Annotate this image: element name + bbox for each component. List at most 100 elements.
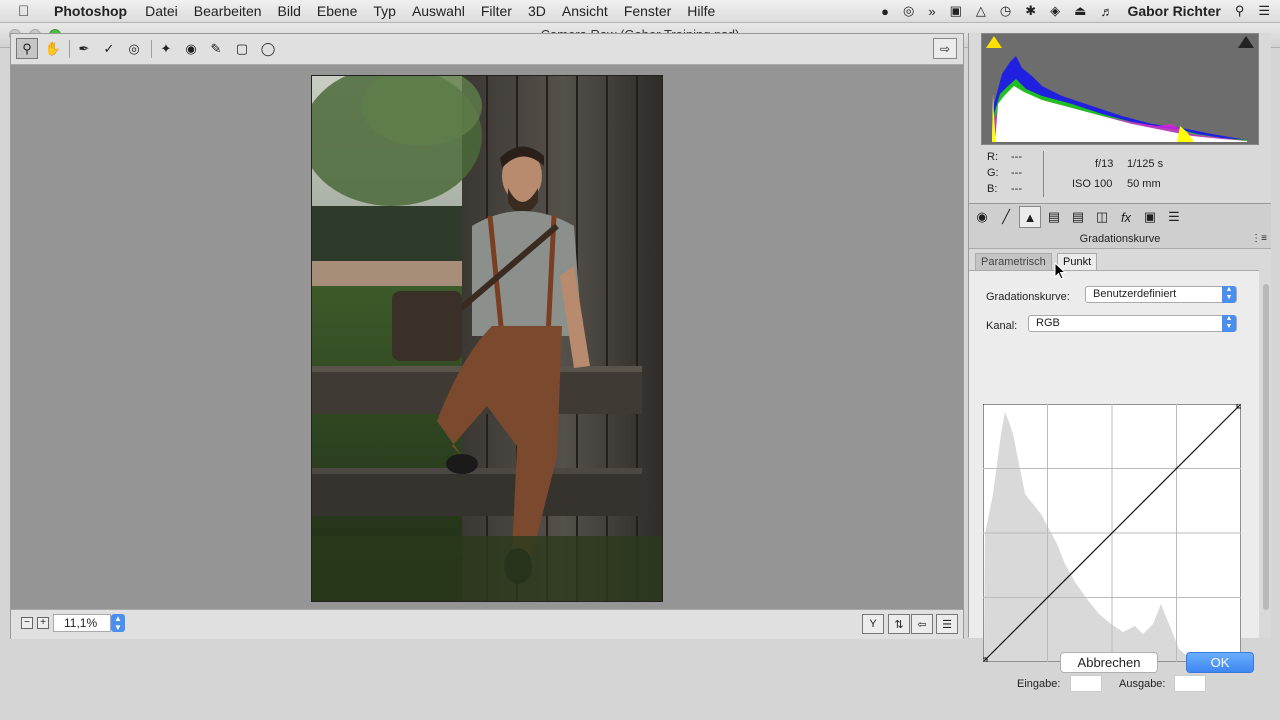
shadow-clipping-warning-icon[interactable] bbox=[986, 36, 1002, 48]
histogram-graph bbox=[992, 56, 1247, 144]
tone-curve-tab-icon[interactable]: ╱ bbox=[995, 206, 1017, 228]
panel-scrollbar[interactable] bbox=[1261, 270, 1271, 637]
channel-label: Kanal: bbox=[986, 320, 1018, 332]
app-menu[interactable]: Photoshop bbox=[54, 3, 127, 19]
menu-ansicht[interactable]: Ansicht bbox=[562, 3, 608, 19]
graduated-filter-icon[interactable]: ▢ bbox=[231, 38, 253, 59]
curve-preset-value: Benutzerdefiniert bbox=[1093, 288, 1177, 300]
g-label: G: bbox=[987, 167, 999, 179]
hand-tool-icon[interactable]: ✋ bbox=[42, 38, 64, 59]
input-output-row: Eingabe: Ausgabe: bbox=[969, 675, 1259, 695]
adjustment-brush-icon[interactable]: ✎ bbox=[205, 38, 227, 59]
image-info: R: --- G: --- B: --- f/13 1/125 s ISO 10… bbox=[969, 145, 1271, 203]
b-label: B: bbox=[987, 183, 998, 195]
g-value: --- bbox=[1011, 167, 1022, 179]
tone-curve-panel: Gradationskurve: Benutzerdefiniert ▲ ▼ Ka… bbox=[969, 270, 1259, 692]
r-label: R: bbox=[987, 151, 998, 163]
curve-preset-select[interactable]: Benutzerdefiniert ▲ ▼ bbox=[1085, 286, 1237, 303]
channel-select[interactable]: RGB ▲ ▼ bbox=[1028, 315, 1237, 332]
camera-calibration-tab-icon[interactable]: ▣ bbox=[1139, 206, 1161, 228]
menu-bearbeiten[interactable]: Bearbeiten bbox=[194, 3, 262, 19]
scrollbar-thumb[interactable] bbox=[1263, 284, 1269, 610]
before-after-view-icon[interactable]: Y bbox=[862, 614, 884, 634]
radial-filter-icon[interactable]: ◯ bbox=[257, 38, 279, 59]
menu-hilfe[interactable]: Hilfe bbox=[687, 3, 715, 19]
creative-cloud-icon[interactable]: ◎ bbox=[903, 3, 914, 19]
wifi-icon[interactable]: ◈ bbox=[1050, 3, 1060, 19]
preview-settings-icon[interactable]: ☰ bbox=[936, 614, 958, 634]
ok-button[interactable]: OK bbox=[1186, 652, 1254, 673]
image-canvas[interactable] bbox=[11, 65, 963, 609]
color-sampler-tool-icon[interactable]: ✓ bbox=[98, 38, 120, 59]
menu-filter[interactable]: Filter bbox=[481, 3, 512, 19]
tab-parametric[interactable]: Parametrisch bbox=[975, 253, 1052, 270]
red-eye-tool-icon[interactable]: ◉ bbox=[180, 38, 202, 59]
hat-icon[interactable]: ● bbox=[881, 4, 889, 19]
adjustment-panel: R: --- G: --- B: --- f/13 1/125 s ISO 10… bbox=[968, 33, 1271, 692]
iso: ISO 100 bbox=[1072, 178, 1113, 190]
aperture: f/13 bbox=[1095, 158, 1114, 170]
bluetooth-icon[interactable]: ✱ bbox=[1025, 3, 1036, 19]
copy-settings-icon[interactable]: ⇦ bbox=[911, 614, 933, 634]
lens-corrections-tab-icon[interactable]: ◫ bbox=[1091, 206, 1113, 228]
chevron-updown-icon: ▲ ▼ bbox=[1222, 315, 1236, 332]
split-toning-tab-icon[interactable]: ▤ bbox=[1067, 206, 1089, 228]
volume-icon[interactable]: ♬ bbox=[1100, 4, 1113, 19]
notification-list-icon[interactable]: ☰ bbox=[1258, 3, 1270, 19]
menu-bild[interactable]: Bild bbox=[278, 3, 301, 19]
menu-typ[interactable]: Typ bbox=[373, 3, 396, 19]
zoom-in-button[interactable]: + bbox=[37, 617, 49, 629]
menu-fenster[interactable]: Fenster bbox=[624, 3, 671, 19]
time-machine-icon[interactable]: ◷ bbox=[1000, 3, 1011, 19]
channel-value: RGB bbox=[1036, 317, 1060, 329]
input-label: Eingabe: bbox=[1017, 678, 1061, 690]
menu-auswahl[interactable]: Auswahl bbox=[412, 3, 465, 19]
focal-length: 50 mm bbox=[1127, 178, 1161, 190]
zoom-level-field[interactable]: 11,1% bbox=[53, 614, 111, 632]
highlight-clipping-warning-icon[interactable] bbox=[1238, 36, 1254, 48]
menu-3d[interactable]: 3D bbox=[528, 3, 546, 19]
menu-bar:  Photoshop Datei Bearbeiten Bild Ebene … bbox=[0, 0, 1280, 23]
shutter-speed: 1/125 s bbox=[1127, 158, 1164, 170]
fullscreen-toggle-icon[interactable]: ⇨ bbox=[933, 38, 957, 59]
effects-tab-icon[interactable]: fx bbox=[1115, 206, 1137, 228]
zoom-out-button[interactable]: − bbox=[21, 617, 33, 629]
apple-menu-icon[interactable]:  bbox=[18, 3, 40, 20]
panel-menu-icon[interactable]: ⋮≡ bbox=[1251, 230, 1267, 248]
airplay-icon[interactable]: △ bbox=[976, 3, 986, 19]
panel-tab-bar: ◉ ╱ ▲ ▤ ▤ ◫ fx ▣ ☰ bbox=[969, 203, 1271, 231]
toolbar-divider bbox=[69, 40, 70, 58]
tool-bar: ⚲ ✋ ✒ ✓ ◎ ✦ ◉ ✎ ▢ ◯ ⇨ bbox=[11, 34, 963, 65]
zoom-tool-icon[interactable]: ⚲ bbox=[16, 38, 38, 59]
swap-settings-icon[interactable]: ⇅ bbox=[888, 614, 910, 634]
curve-mode-tabs: Parametrisch Punkt bbox=[969, 249, 1271, 270]
input-field[interactable] bbox=[1070, 675, 1102, 692]
user-name[interactable]: Gabor Richter bbox=[1127, 3, 1220, 19]
output-field[interactable] bbox=[1174, 675, 1206, 692]
r-value: --- bbox=[1011, 151, 1022, 163]
eject-icon[interactable]: ⏏ bbox=[1074, 3, 1086, 19]
tone-curve-graph[interactable] bbox=[983, 404, 1241, 662]
presets-tab-icon[interactable]: ☰ bbox=[1163, 206, 1185, 228]
spot-removal-tool-icon[interactable]: ✦ bbox=[155, 38, 177, 59]
targeted-adjustment-tool-icon[interactable]: ◎ bbox=[123, 38, 145, 59]
arrows-icon[interactable]: » bbox=[928, 4, 935, 19]
output-label: Ausgabe: bbox=[1119, 678, 1166, 690]
panel-title: Gradationskurve bbox=[1079, 233, 1161, 245]
hsl-tab-icon[interactable]: ▤ bbox=[1043, 206, 1065, 228]
white-balance-tool-icon[interactable]: ✒ bbox=[73, 38, 95, 59]
curve-preset-label: Gradationskurve: bbox=[986, 291, 1070, 303]
basic-tab-icon[interactable]: ◉ bbox=[971, 206, 993, 228]
chevron-updown-icon: ▲ ▼ bbox=[1222, 286, 1236, 303]
spotlight-search-icon[interactable]: ⚲ bbox=[1235, 3, 1245, 19]
cancel-button[interactable]: Abbrechen bbox=[1060, 652, 1158, 673]
menu-datei[interactable]: Datei bbox=[145, 3, 178, 19]
menu-ebene[interactable]: Ebene bbox=[317, 3, 357, 19]
zoom-dropdown-icon[interactable]: ▲ ▼ bbox=[111, 614, 125, 632]
photo-preview bbox=[311, 75, 663, 602]
toolbar-divider bbox=[151, 40, 152, 58]
detail-tab-icon[interactable]: ▲ bbox=[1019, 206, 1041, 228]
info-divider bbox=[1043, 151, 1044, 197]
display-icon[interactable]: ▣ bbox=[950, 3, 962, 19]
mouse-cursor-icon bbox=[1054, 262, 1066, 280]
